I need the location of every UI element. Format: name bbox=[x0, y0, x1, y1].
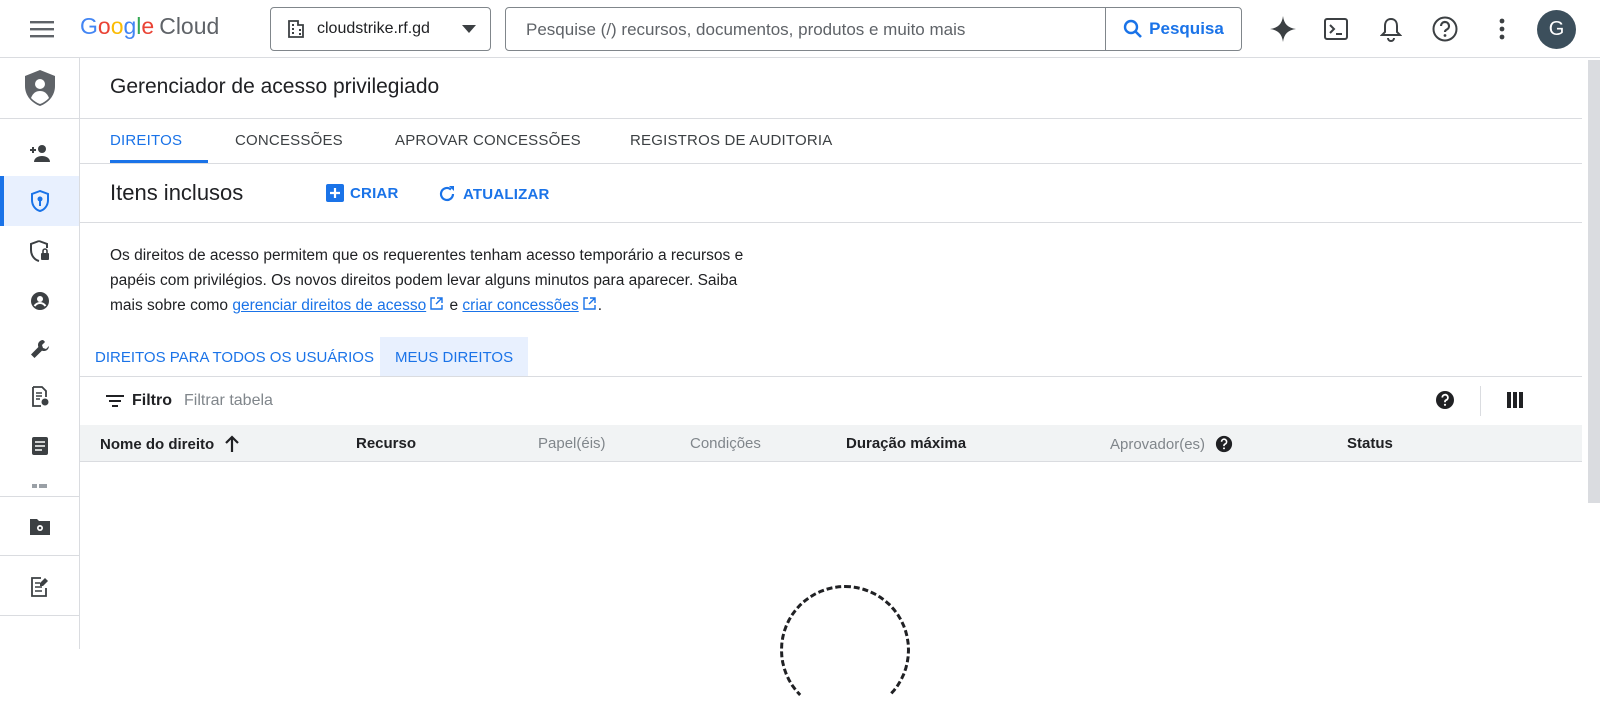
search-input[interactable]: Pesquise (/) recursos, documentos, produ… bbox=[526, 20, 965, 40]
sidebar-item-policy[interactable] bbox=[0, 372, 79, 422]
tab-registros-auditoria[interactable]: REGISTROS DE AUDITORIA bbox=[630, 132, 833, 149]
help-button[interactable] bbox=[1428, 12, 1462, 46]
external-link-icon bbox=[430, 297, 443, 310]
subtab-all-users[interactable]: DIREITOS PARA TODOS OS USUÁRIOS bbox=[80, 337, 389, 377]
filter-list-icon bbox=[106, 395, 124, 407]
document-icon bbox=[31, 437, 48, 455]
person-add-icon bbox=[29, 145, 50, 162]
page-title: Gerenciador de acesso privilegiado bbox=[110, 75, 440, 98]
description-text: Os direitos de acesso permitem que os re… bbox=[110, 243, 750, 318]
column-header-resource[interactable]: Recurso bbox=[356, 435, 416, 452]
policy-doc-icon bbox=[31, 386, 48, 407]
tab-aprovar-concessoes[interactable]: APROVAR CONCESSÕES bbox=[395, 132, 581, 149]
logo-google-text: Google bbox=[80, 13, 155, 39]
column-header-conditions: Condições bbox=[690, 435, 761, 452]
manage-entitlements-link[interactable]: gerenciar direitos de acesso bbox=[232, 297, 426, 314]
create-button-label: CRIAR bbox=[350, 184, 399, 202]
main-menu-button[interactable] bbox=[22, 14, 62, 44]
loading-spinner bbox=[780, 585, 910, 715]
sparkle-icon bbox=[1270, 16, 1296, 42]
building-icon bbox=[288, 20, 304, 38]
help-icon[interactable] bbox=[1215, 435, 1233, 453]
column-header-status[interactable]: Status bbox=[1347, 435, 1393, 452]
top-bar: Google Cloud cloudstrike.rf.gd Pesquise (… bbox=[0, 0, 1600, 58]
create-button[interactable]: CRIAR bbox=[326, 184, 399, 202]
filter-bar: Filtro Filtrar tabela bbox=[80, 377, 1582, 425]
sidebar-item-security[interactable] bbox=[0, 226, 79, 276]
refresh-icon bbox=[439, 186, 455, 202]
filter-button[interactable]: Filtro bbox=[106, 392, 172, 410]
shield-person-icon bbox=[24, 70, 55, 106]
filter-label: Filtro bbox=[132, 392, 172, 409]
doc-edit-icon bbox=[30, 577, 48, 597]
column-header-label: Aprovador(es) bbox=[1110, 435, 1206, 453]
help-circle-icon bbox=[1432, 16, 1458, 42]
more-vert-icon bbox=[1499, 18, 1505, 40]
account-circle-icon bbox=[30, 292, 49, 310]
shield-icon bbox=[30, 190, 49, 212]
more-options-button[interactable] bbox=[1485, 12, 1519, 46]
search-button-label: Pesquisa bbox=[1149, 19, 1224, 38]
sidebar-item-settings[interactable] bbox=[0, 324, 79, 374]
sidebar-item-logs[interactable] bbox=[0, 421, 79, 471]
search-box[interactable]: Pesquise (/) recursos, documentos, produ… bbox=[505, 7, 1242, 51]
main-content: Gerenciador de acesso privilegiado DIREI… bbox=[80, 58, 1582, 715]
cloud-shell-button[interactable] bbox=[1319, 12, 1353, 46]
folder-gear-icon bbox=[29, 519, 50, 535]
description-end: . bbox=[597, 297, 603, 314]
tab-direitos[interactable]: DIREITOS bbox=[110, 132, 182, 149]
tab-concessoes[interactable]: CONCESSÕES bbox=[235, 132, 343, 149]
gemini-button[interactable] bbox=[1266, 12, 1300, 46]
refresh-button[interactable]: ATUALIZAR bbox=[437, 184, 550, 204]
external-link-icon bbox=[583, 297, 596, 310]
page-scrollbar[interactable] bbox=[1588, 60, 1600, 503]
refresh-button-label: ATUALIZAR bbox=[463, 185, 550, 203]
sidebar-item-pam[interactable] bbox=[0, 176, 79, 226]
section-title: Itens inclusos bbox=[110, 180, 244, 205]
sidebar-item-manage-resources[interactable] bbox=[0, 501, 79, 551]
sidebar-item-account[interactable] bbox=[0, 276, 79, 326]
create-grants-link[interactable]: criar concessões bbox=[462, 297, 578, 314]
column-display-icon[interactable] bbox=[1507, 392, 1523, 408]
table-header: Nome do direito Recurso Papel(éis) Condi… bbox=[80, 425, 1582, 462]
project-selector[interactable]: cloudstrike.rf.gd bbox=[270, 7, 491, 51]
column-header-max-duration[interactable]: Duração máxima bbox=[846, 435, 966, 452]
column-header-label: Nome do direito bbox=[100, 435, 215, 453]
sidebar-item-partial[interactable] bbox=[0, 476, 79, 496]
product-icon-iam[interactable] bbox=[0, 58, 79, 118]
dropdown-arrow-icon bbox=[462, 25, 476, 33]
bell-icon bbox=[1380, 17, 1402, 42]
column-header-approvers: Aprovador(es) bbox=[1110, 435, 1233, 453]
logo-cloud-text: Cloud bbox=[159, 13, 220, 39]
description-and: e bbox=[445, 297, 463, 314]
search-icon bbox=[1123, 19, 1143, 38]
help-icon[interactable] bbox=[1435, 390, 1455, 410]
filter-table-input[interactable]: Filtrar tabela bbox=[184, 392, 273, 410]
terminal-icon bbox=[1324, 18, 1348, 40]
account-avatar[interactable]: G bbox=[1537, 10, 1576, 49]
column-header-roles: Papel(éis) bbox=[538, 435, 606, 452]
google-cloud-logo[interactable]: Google Cloud bbox=[80, 13, 219, 40]
sidebar-item-release-notes[interactable] bbox=[0, 562, 79, 612]
side-navigation bbox=[0, 58, 80, 649]
wrench-icon bbox=[30, 339, 49, 358]
partial-icon bbox=[31, 484, 47, 488]
subtab-my-entitlements[interactable]: MEUS DIREITOS bbox=[380, 337, 529, 377]
column-header-entitlement-name[interactable]: Nome do direito bbox=[100, 435, 240, 453]
hamburger-menu-icon bbox=[30, 21, 54, 38]
search-button[interactable]: Pesquisa bbox=[1105, 8, 1241, 50]
project-name: cloudstrike.rf.gd bbox=[317, 20, 430, 37]
description-body: Os direitos de acesso permitem que os re… bbox=[110, 247, 744, 314]
shield-lock-icon bbox=[29, 240, 49, 262]
add-box-icon bbox=[326, 184, 344, 202]
sidebar-item-add-principal[interactable] bbox=[0, 128, 79, 178]
sort-arrow-up-icon bbox=[225, 435, 239, 452]
notifications-button[interactable] bbox=[1374, 12, 1408, 46]
